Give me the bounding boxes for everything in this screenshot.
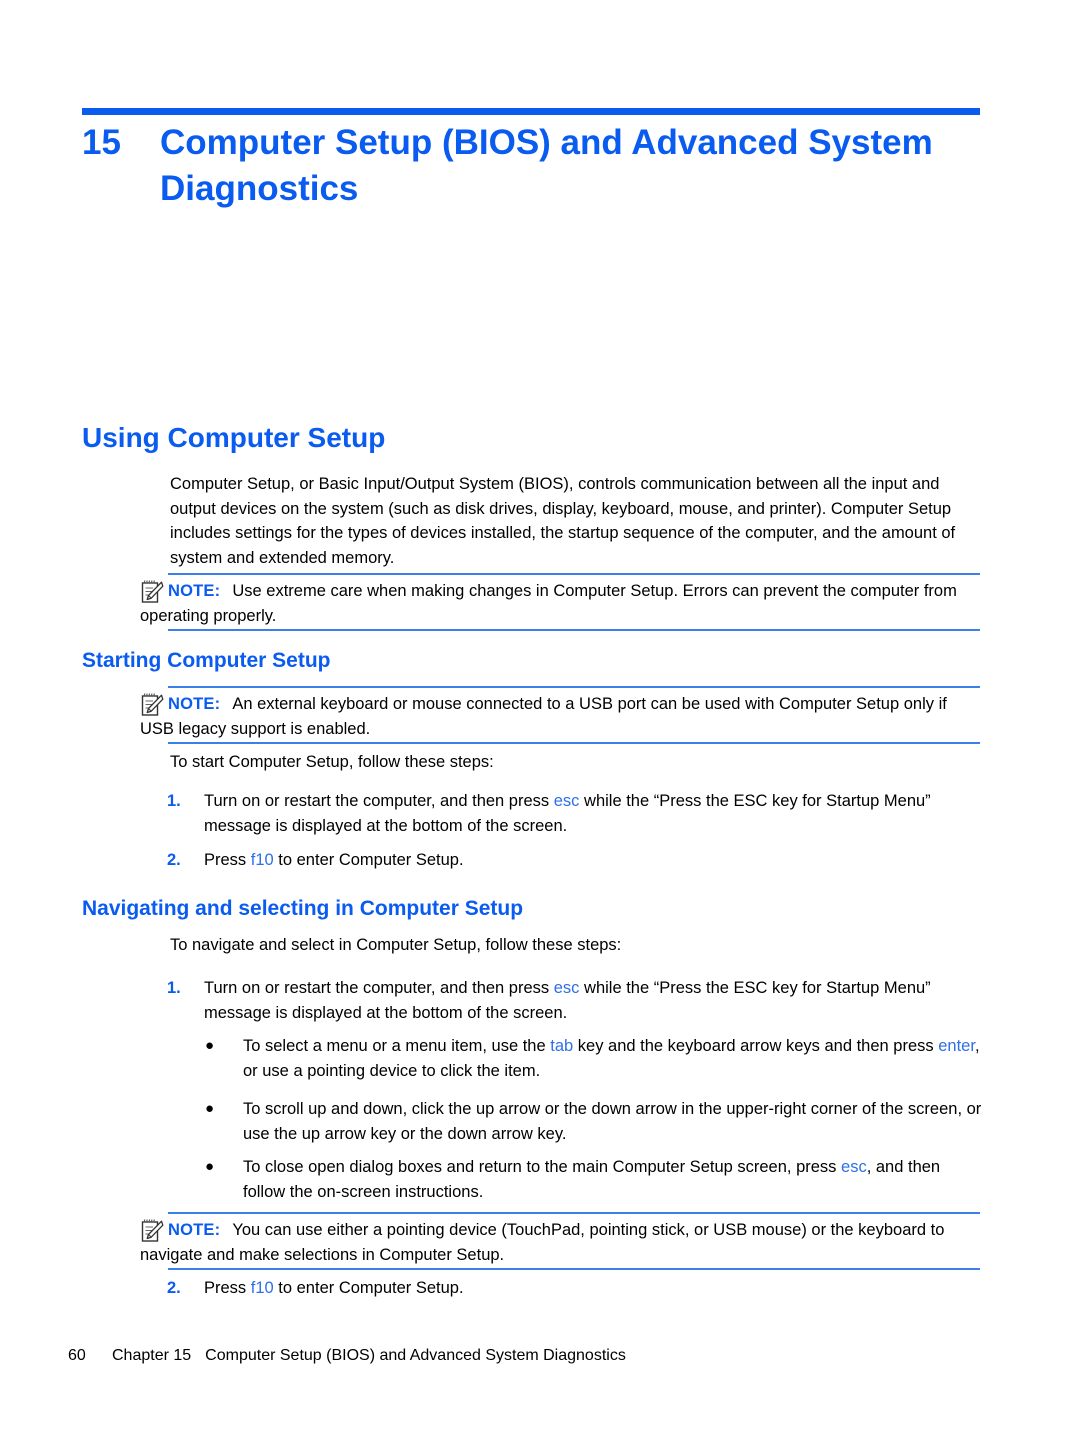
step-text: Press f10 to enter Computer Setup.: [204, 851, 464, 869]
key-name: f10: [250, 851, 274, 869]
paragraph-start-intro: To start Computer Setup, follow these st…: [170, 753, 494, 771]
step-item: 2. Press f10 to enter Computer Setup.: [167, 1276, 982, 1301]
bullet-icon: ●: [205, 1037, 215, 1054]
key-name: tab: [550, 1037, 574, 1055]
note-pencil-icon: [140, 1218, 164, 1244]
step-item: 2. Press f10 to enter Computer Setup.: [167, 848, 982, 873]
key-name: esc: [841, 1158, 867, 1176]
document-page: 15 Computer Setup (BIOS) and Advanced Sy…: [0, 0, 1080, 1437]
note-rule-top: [168, 1212, 980, 1214]
note-rule-top: [168, 686, 980, 688]
step-text: Turn on or restart the computer, and the…: [204, 792, 931, 835]
note-body-text: An external keyboard or mouse connected …: [140, 695, 947, 738]
step-text: Turn on or restart the computer, and the…: [204, 979, 931, 1022]
chapter-title-block: 15 Computer Setup (BIOS) and Advanced Sy…: [82, 120, 982, 212]
key-name: enter: [938, 1037, 975, 1055]
note-body-text: You can use either a pointing device (To…: [140, 1221, 945, 1264]
note-text-using: NOTE: Use extreme care when making change…: [140, 582, 957, 625]
page-footer: 60 Chapter 15 Computer Setup (BIOS) and Ad…: [68, 1345, 626, 1367]
step-item: 1. Turn on or restart the computer, and …: [167, 789, 982, 838]
step-number: 1.: [167, 792, 181, 810]
heading-using-computer-setup: Using Computer Setup: [82, 422, 386, 453]
bullet-icon: ●: [205, 1100, 215, 1117]
note-block-navigating: NOTE: You can use either a pointing devic…: [140, 1212, 980, 1270]
list-item-text: To scroll up and down, click the up arro…: [243, 1100, 982, 1143]
paragraph-navigate-intro: To navigate and select in Computer Setup…: [170, 936, 622, 954]
note-label: NOTE:: [168, 582, 221, 600]
step-item: 1. Turn on or restart the computer, and …: [167, 976, 982, 1025]
key-name: esc: [553, 979, 580, 997]
note-block-starting: NOTE: An external keyboard or mouse conne…: [140, 686, 980, 744]
key-name: f10: [250, 1279, 274, 1297]
note-label: NOTE:: [168, 1221, 221, 1239]
note-rule-top: [168, 573, 980, 575]
paragraph-using-computer-setup: Computer Setup, or Basic Input/Output Sy…: [170, 475, 956, 567]
heading-starting-computer-setup: Starting Computer Setup: [82, 649, 331, 672]
footer-chapter-label: Chapter 15: [112, 1347, 192, 1364]
chapter-heading: Computer Setup (BIOS) and Advanced Syste…: [160, 123, 933, 208]
step-number: 2.: [167, 851, 181, 869]
note-text-starting: NOTE: An external keyboard or mouse conne…: [140, 695, 947, 738]
bullet-icon: ●: [205, 1158, 215, 1175]
list-item: ● To select a menu or a menu item, use t…: [205, 1034, 982, 1083]
note-pencil-icon: [140, 692, 164, 718]
chapter-header-rule: [82, 108, 980, 115]
note-rule-bottom: [168, 629, 980, 631]
footer-chapter-title: Computer Setup (BIOS) and Advanced Syste…: [205, 1347, 626, 1364]
step-text: Press f10 to enter Computer Setup.: [204, 1279, 464, 1297]
note-pencil-icon: [140, 579, 164, 605]
list-item-text: To close open dialog boxes and return to…: [243, 1158, 941, 1201]
list-item: ● To scroll up and down, click the up ar…: [205, 1097, 982, 1146]
chapter-number: 15: [82, 123, 121, 162]
list-item-text: To select a menu or a menu item, use the…: [243, 1037, 980, 1080]
note-rule-bottom: [168, 742, 980, 744]
footer-page-number: 60: [68, 1347, 86, 1364]
note-block-using: NOTE: Use extreme care when making change…: [140, 573, 980, 631]
note-rule-bottom: [168, 1268, 980, 1270]
key-name: esc: [553, 792, 580, 810]
note-body-text: Use extreme care when making changes in …: [140, 582, 957, 625]
list-item: ● To close open dialog boxes and return …: [205, 1155, 982, 1204]
note-label: NOTE:: [168, 695, 221, 713]
step-number: 1.: [167, 979, 181, 997]
heading-navigating-and-selecting: Navigating and selecting in Computer Set…: [82, 897, 524, 920]
note-text-navigating: NOTE: You can use either a pointing devic…: [140, 1221, 944, 1264]
step-number: 2.: [167, 1279, 181, 1297]
